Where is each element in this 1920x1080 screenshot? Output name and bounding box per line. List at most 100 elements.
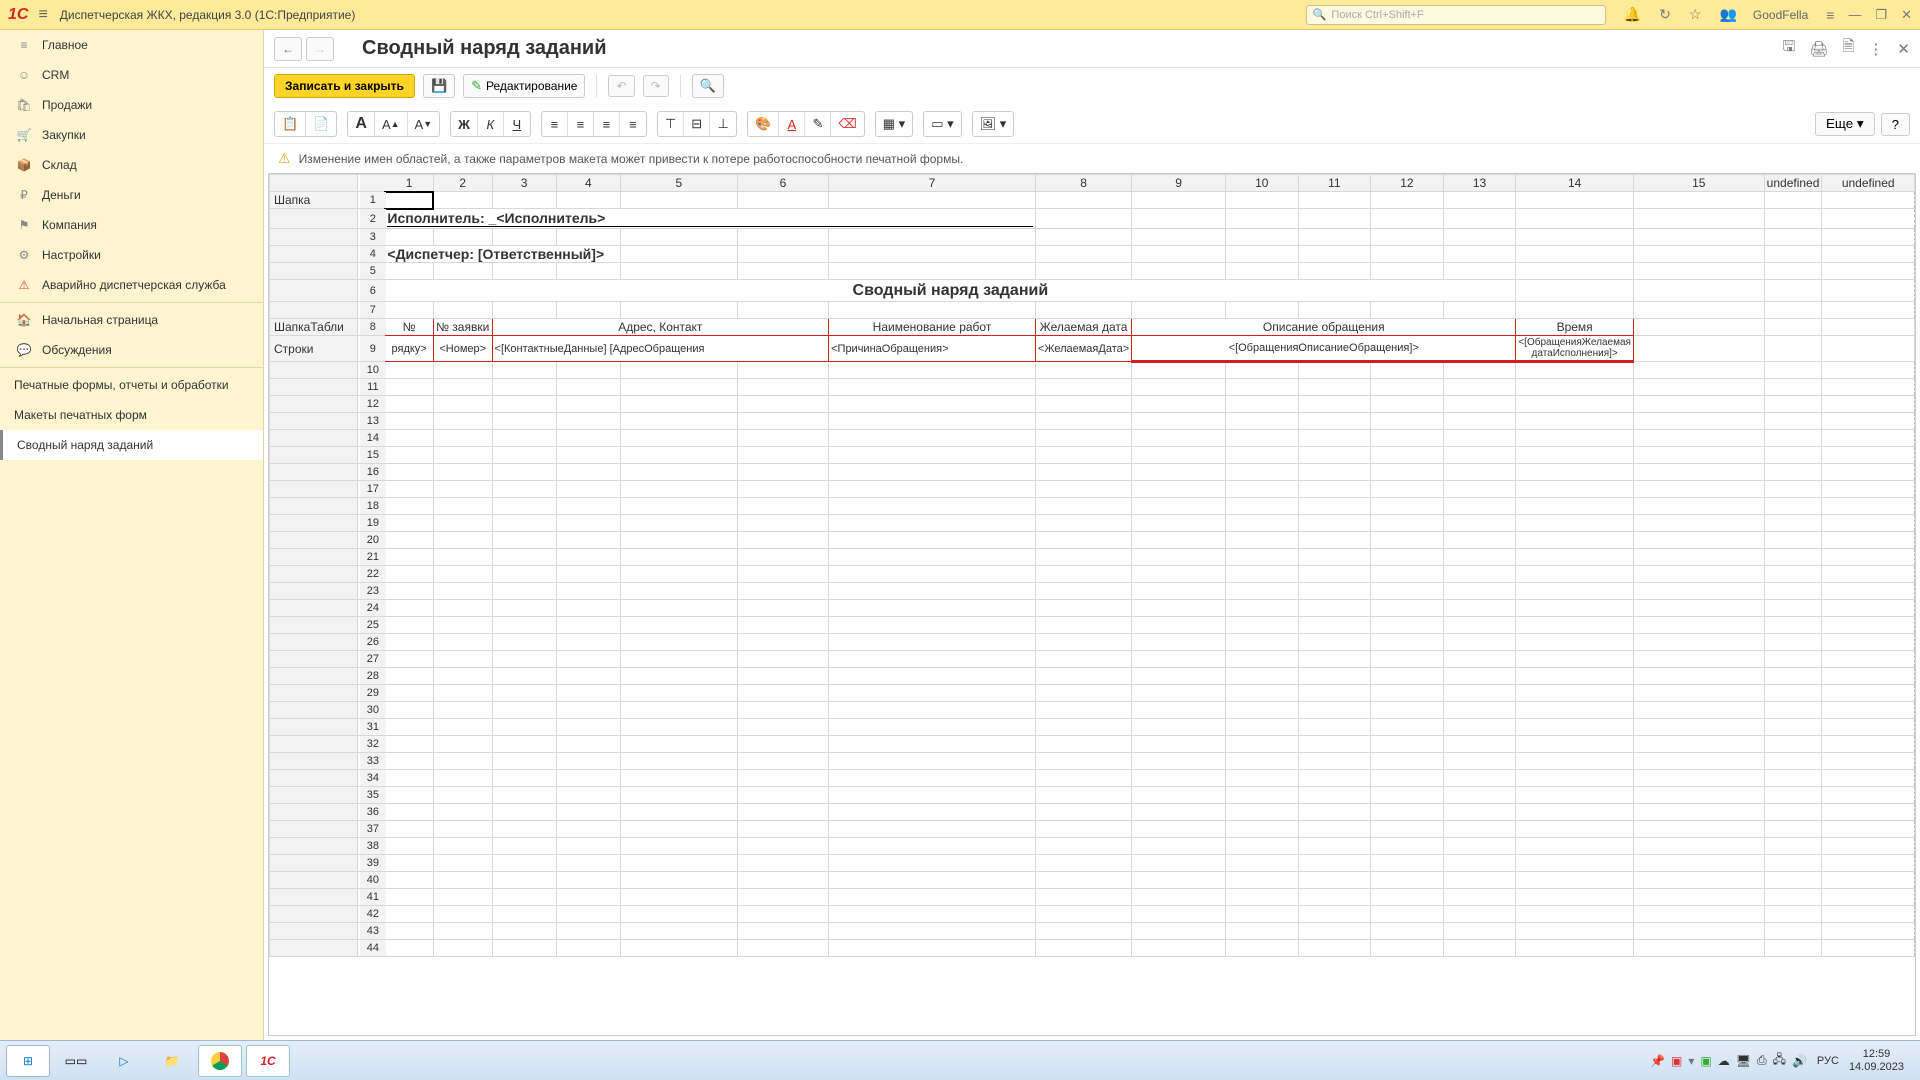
cell[interactable]: [1633, 906, 1764, 923]
cell[interactable]: [1443, 229, 1516, 246]
cell[interactable]: [829, 719, 1036, 736]
cell[interactable]: [556, 702, 620, 719]
cell[interactable]: [385, 302, 433, 319]
cell[interactable]: [1443, 566, 1516, 583]
cell[interactable]: [1822, 549, 1915, 566]
cell[interactable]: [556, 685, 620, 702]
cell[interactable]: [385, 719, 433, 736]
cell[interactable]: [1516, 263, 1634, 280]
region-label[interactable]: [270, 263, 358, 280]
cell[interactable]: [492, 498, 556, 515]
cell[interactable]: [1132, 430, 1226, 447]
cell[interactable]: [1225, 583, 1298, 600]
cell[interactable]: [556, 889, 620, 906]
cell[interactable]: [620, 583, 737, 600]
cell[interactable]: [1298, 872, 1371, 889]
row-number[interactable]: 35: [359, 787, 387, 804]
chrome-app[interactable]: [198, 1045, 242, 1077]
cell[interactable]: [1822, 906, 1915, 923]
cell[interactable]: [1822, 515, 1915, 532]
cell[interactable]: [433, 872, 492, 889]
cell[interactable]: [1371, 498, 1444, 515]
cell[interactable]: [385, 855, 433, 872]
align-left-button[interactable]: ≡: [542, 112, 568, 136]
cell[interactable]: [737, 413, 828, 430]
cell[interactable]: [1516, 702, 1634, 719]
cell[interactable]: [492, 549, 556, 566]
cell[interactable]: [737, 634, 828, 651]
cell[interactable]: [1516, 855, 1634, 872]
cell[interactable]: [1516, 532, 1634, 549]
search-sheet-button[interactable]: 🔍: [692, 74, 724, 98]
cell[interactable]: [556, 753, 620, 770]
cell[interactable]: [1035, 736, 1131, 753]
cell[interactable]: [1132, 246, 1226, 263]
cell[interactable]: [1822, 600, 1915, 617]
cell[interactable]: [385, 804, 433, 821]
cell[interactable]: [1225, 515, 1298, 532]
cell[interactable]: [492, 515, 556, 532]
cell[interactable]: [1225, 464, 1298, 481]
cell[interactable]: [385, 617, 433, 634]
row-number[interactable]: 14: [359, 430, 387, 447]
cell[interactable]: [1371, 838, 1444, 855]
cell[interactable]: [620, 464, 737, 481]
cell[interactable]: [1516, 192, 1634, 209]
cell[interactable]: [1764, 651, 1822, 668]
cell[interactable]: [1822, 481, 1915, 498]
cell[interactable]: [620, 229, 737, 246]
row-number[interactable]: 28: [359, 668, 387, 685]
cell[interactable]: [433, 651, 492, 668]
cell[interactable]: [1298, 498, 1371, 515]
align-justify-button[interactable]: ≡: [620, 112, 646, 136]
cell[interactable]: [556, 302, 620, 319]
cell[interactable]: [492, 532, 556, 549]
align-right-button[interactable]: ≡: [594, 112, 620, 136]
cell[interactable]: [1633, 770, 1764, 787]
sidebar-item-warehouse[interactable]: 📦Склад: [0, 150, 263, 180]
region-label[interactable]: [270, 821, 358, 838]
region-label[interactable]: [270, 702, 358, 719]
cell[interactable]: [385, 923, 433, 940]
cell[interactable]: [1035, 634, 1131, 651]
cell[interactable]: [1132, 753, 1226, 770]
font-button[interactable]: A: [348, 112, 375, 136]
td-time[interactable]: <[ОбращенияЖелаемая датаИсполнения]>: [1516, 336, 1634, 362]
cell[interactable]: [1298, 685, 1371, 702]
cell[interactable]: [737, 719, 828, 736]
cell[interactable]: [620, 566, 737, 583]
cell[interactable]: [1443, 246, 1516, 263]
cell[interactable]: [1443, 838, 1516, 855]
cell[interactable]: [1371, 263, 1444, 280]
cell[interactable]: [1516, 770, 1634, 787]
1c-app[interactable]: 1C: [246, 1045, 290, 1077]
td-date[interactable]: <ЖелаемаяДата>: [1035, 336, 1131, 362]
region-label[interactable]: [270, 396, 358, 413]
cell[interactable]: [1822, 362, 1915, 379]
cell[interactable]: [829, 413, 1036, 430]
cell[interactable]: [1764, 583, 1822, 600]
cell[interactable]: [1298, 362, 1371, 379]
cell[interactable]: [1132, 770, 1226, 787]
cell[interactable]: [1764, 413, 1822, 430]
cell[interactable]: [1443, 889, 1516, 906]
cell[interactable]: [385, 872, 433, 889]
cell-executor[interactable]: Исполнитель: _<Исполнитель>: [385, 209, 1036, 229]
cell[interactable]: [556, 940, 620, 957]
cell[interactable]: [1822, 668, 1915, 685]
cell[interactable]: [1035, 838, 1131, 855]
row-number[interactable]: 31: [359, 719, 387, 736]
cell[interactable]: [1443, 804, 1516, 821]
cell[interactable]: [1225, 685, 1298, 702]
cell[interactable]: [737, 481, 828, 498]
cell[interactable]: [1633, 736, 1764, 753]
cell[interactable]: [556, 906, 620, 923]
cell[interactable]: [737, 379, 828, 396]
row-number[interactable]: 39: [359, 855, 387, 872]
cell[interactable]: [1764, 481, 1822, 498]
cell[interactable]: [1764, 906, 1822, 923]
region-label[interactable]: [270, 804, 358, 821]
cell[interactable]: [385, 685, 433, 702]
powershell-app[interactable]: ▷: [102, 1045, 146, 1077]
cell[interactable]: [1298, 940, 1371, 957]
